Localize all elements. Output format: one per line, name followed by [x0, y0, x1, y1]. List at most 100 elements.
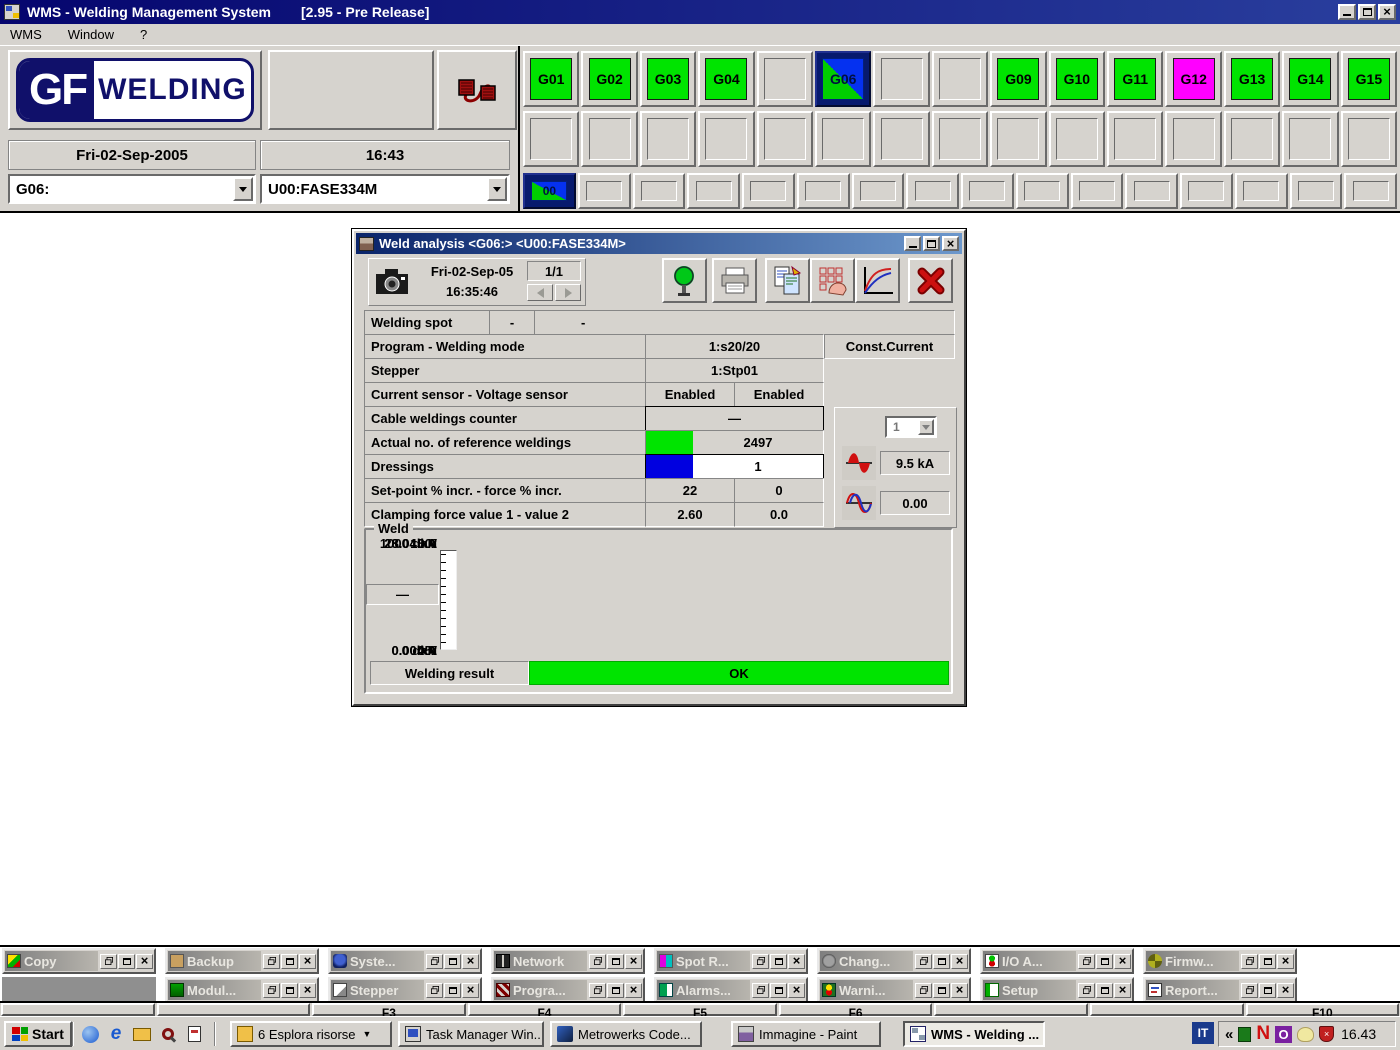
unit-button[interactable] [852, 173, 905, 209]
curves-graph-button[interactable] [855, 258, 900, 303]
group-combobox[interactable]: G06: [8, 174, 256, 204]
maximize-button[interactable] [444, 983, 461, 998]
minimized-window[interactable]: Setup × [980, 977, 1134, 1003]
minimized-window-titlebar[interactable]: Syste... [331, 951, 424, 971]
minimized-window-titlebar[interactable]: Setup [983, 980, 1076, 1000]
next-record-button[interactable] [555, 284, 581, 301]
close-button[interactable]: × [625, 954, 642, 969]
group-button[interactable]: G06 [815, 51, 871, 107]
unit-button[interactable]: 00 [523, 173, 576, 209]
group-button[interactable]: G02 [581, 51, 637, 107]
group-button[interactable] [1341, 111, 1397, 167]
tray-purple-o-icon[interactable]: O [1275, 1026, 1292, 1043]
program-combobox-dropdown-button[interactable] [487, 177, 507, 201]
quicklaunch-browser-icon[interactable] [80, 1024, 100, 1044]
unit-button[interactable] [797, 173, 850, 209]
minimized-window[interactable]: Spot R... × [654, 948, 808, 974]
function-key-button[interactable]: F10 [1246, 1003, 1400, 1016]
group-button[interactable]: G12 [1165, 51, 1221, 107]
taskbar-task-paint[interactable]: Immagine - Paint [731, 1021, 881, 1047]
close-button[interactable]: × [462, 954, 479, 969]
group-button[interactable] [581, 111, 637, 167]
minimized-window[interactable]: Firmw... × [1143, 948, 1297, 974]
minimized-window[interactable]: Syste... × [328, 948, 482, 974]
unit-button[interactable] [1180, 173, 1233, 209]
minimized-window-titlebar[interactable]: Progra... [494, 980, 587, 1000]
minimized-window[interactable]: Copy × [2, 948, 156, 974]
function-key-button[interactable] [934, 1003, 1088, 1016]
close-button[interactable]: × [788, 954, 805, 969]
minimized-window-titlebar[interactable]: I/O A... [983, 951, 1076, 971]
unit-button[interactable] [1290, 173, 1343, 209]
restore-button[interactable] [589, 983, 606, 998]
restore-button[interactable] [915, 954, 932, 969]
zoom-details-button[interactable] [662, 258, 707, 303]
quicklaunch-document-icon[interactable] [184, 1024, 204, 1044]
close-button[interactable]: × [951, 983, 968, 998]
group-button[interactable] [1049, 111, 1105, 167]
close-button[interactable]: × [299, 983, 316, 998]
chevron-down-icon[interactable]: ▼ [363, 1029, 372, 1039]
restore-button[interactable] [263, 983, 280, 998]
group-button[interactable]: G10 [1049, 51, 1105, 107]
minimized-window[interactable]: Alarms... × [654, 977, 808, 1003]
unit-button[interactable] [578, 173, 631, 209]
program-grid-button[interactable] [810, 258, 855, 303]
group-button[interactable] [873, 111, 929, 167]
minimized-window[interactable]: Progra... × [491, 977, 645, 1003]
print-button[interactable] [712, 258, 757, 303]
function-key-button[interactable] [1, 1003, 155, 1016]
minimized-window[interactable]: Chang... × [817, 948, 971, 974]
menu-item[interactable]: ? [140, 27, 147, 42]
function-key-button[interactable]: F5 [623, 1003, 777, 1016]
group-button[interactable]: G11 [1107, 51, 1163, 107]
minimized-window[interactable]: Network × [491, 948, 645, 974]
close-button[interactable]: × [625, 983, 642, 998]
restore-button[interactable] [752, 954, 769, 969]
dialog-minimize-button[interactable] [904, 236, 921, 251]
function-key-button[interactable] [1090, 1003, 1244, 1016]
maximize-button[interactable] [933, 983, 950, 998]
group-combobox-dropdown-button[interactable] [233, 177, 253, 201]
dialog-exit-button[interactable] [908, 258, 953, 303]
restore-button[interactable] [426, 983, 443, 998]
quicklaunch-show-desktop-icon[interactable] [132, 1024, 152, 1044]
close-button[interactable]: × [1114, 983, 1131, 998]
minimized-window[interactable]: Warni... × [817, 977, 971, 1003]
taskbar-task-metrowerks[interactable]: Metrowerks Code... [550, 1021, 702, 1047]
restore-button[interactable] [752, 983, 769, 998]
maximize-button[interactable] [770, 983, 787, 998]
unit-button[interactable] [1344, 173, 1397, 209]
restore-button[interactable] [426, 954, 443, 969]
taskbar-task-esplora-risorse[interactable]: 6 Esplora risorse ▼ [230, 1021, 392, 1047]
minimized-window-titlebar[interactable]: Report... [1146, 980, 1239, 1000]
function-key-button[interactable]: F4 [468, 1003, 622, 1016]
minimized-window[interactable]: Stepper × [328, 977, 482, 1003]
group-button[interactable]: G14 [1282, 51, 1338, 107]
language-indicator[interactable]: IT [1192, 1022, 1214, 1044]
group-button[interactable] [990, 111, 1046, 167]
minimize-button[interactable] [1338, 4, 1356, 20]
minimized-window-titlebar[interactable]: Stepper [331, 980, 424, 1000]
close-button[interactable]: × [136, 954, 153, 969]
minimized-window-titlebar[interactable]: Modul... [168, 980, 261, 1000]
group-button[interactable] [932, 111, 988, 167]
close-button[interactable]: × [1277, 954, 1294, 969]
minimized-window-titlebar[interactable]: Copy [5, 951, 98, 971]
dialog-close-button[interactable]: × [942, 236, 959, 251]
maximize-button[interactable] [1096, 954, 1113, 969]
group-button[interactable]: G03 [640, 51, 696, 107]
maximize-button[interactable] [1358, 4, 1376, 20]
unit-button[interactable] [1235, 173, 1288, 209]
tray-shield-icon[interactable]: × [1319, 1026, 1334, 1042]
group-button[interactable]: G04 [698, 51, 754, 107]
unit-button[interactable] [633, 173, 686, 209]
maximize-button[interactable] [770, 954, 787, 969]
close-button[interactable]: × [1378, 4, 1396, 20]
function-key-button[interactable] [157, 1003, 311, 1016]
close-button[interactable]: × [1277, 983, 1294, 998]
restore-button[interactable] [589, 954, 606, 969]
group-button[interactable] [932, 51, 988, 107]
close-button[interactable]: × [788, 983, 805, 998]
menu-item[interactable]: WMS [10, 27, 42, 42]
